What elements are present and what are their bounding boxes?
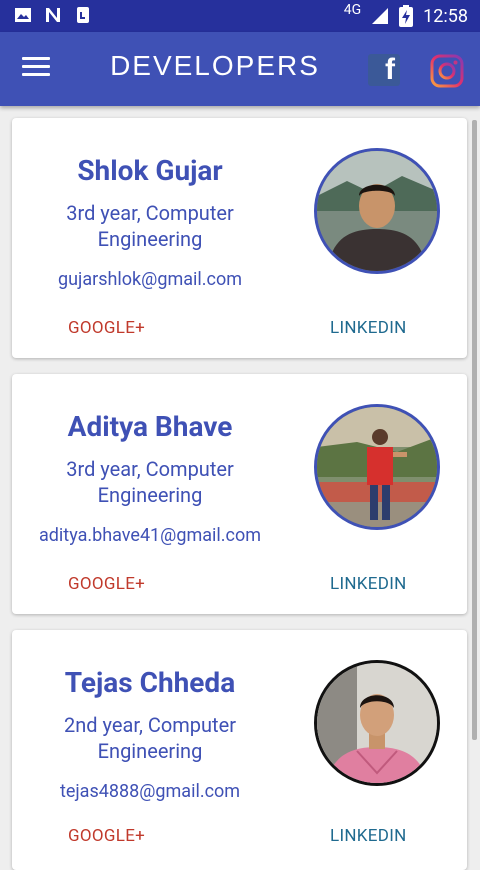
developer-year: 3rd year, Computer Engineering: [12, 456, 288, 508]
avatar: [314, 404, 440, 530]
year-line-1: 2nd year, Computer: [64, 713, 236, 737]
status-bar: 4G 12:58: [0, 0, 480, 32]
scrollbar[interactable]: [472, 120, 477, 740]
facebook-button[interactable]: f: [368, 54, 400, 86]
n-notification-icon: [46, 8, 60, 22]
battery-charging-icon: [399, 5, 414, 27]
google-plus-button[interactable]: GOOGLE+: [68, 826, 145, 846]
linkedin-button[interactable]: LINKEDIN: [330, 574, 407, 594]
year-line-1: 3rd year, Computer: [66, 457, 234, 481]
clock: 12:58: [423, 5, 468, 27]
year-line-1: 3rd year, Computer: [66, 201, 234, 225]
signal-icon: [372, 8, 389, 24]
developer-name: Shlok Gujar: [77, 154, 223, 187]
profile-photo: [317, 663, 437, 783]
app-title: DEVELOPERS: [110, 50, 320, 81]
developer-name: Aditya Bhave: [67, 410, 233, 443]
avatar: [314, 660, 440, 786]
developer-email: gujarshlok@gmail.com: [57, 269, 243, 290]
year-line-2: Engineering: [97, 739, 203, 763]
linkedin-button[interactable]: LINKEDIN: [330, 826, 407, 846]
developer-info: Tejas Chheda 2nd year, Computer Engineer…: [12, 666, 288, 804]
developer-email: aditya.bhave41@gmail.com: [38, 525, 261, 546]
year-line-2: Engineering: [97, 483, 203, 507]
instagram-icon[interactable]: [430, 54, 464, 88]
profile-photo: [317, 407, 437, 527]
developer-info: Shlok Gujar 3rd year, Computer Engineeri…: [12, 154, 288, 292]
google-plus-button[interactable]: GOOGLE+: [68, 318, 145, 338]
year-line-2: Engineering: [97, 227, 203, 251]
developer-card: Aditya Bhave 3rd year, Computer Engineer…: [12, 374, 467, 614]
avatar: [314, 148, 440, 274]
google-plus-button[interactable]: GOOGLE+: [68, 574, 145, 594]
notification-icons: [14, 6, 92, 24]
app-bar: DEVELOPERS f: [0, 32, 480, 106]
developer-info: Aditya Bhave 3rd year, Computer Engineer…: [12, 410, 288, 548]
developer-year: 3rd year, Computer Engineering: [12, 200, 288, 252]
menu-button[interactable]: [22, 57, 50, 81]
calendar-icon: [77, 7, 89, 23]
developer-card: Shlok Gujar 3rd year, Computer Engineeri…: [12, 118, 467, 358]
developer-email: tejas4888@gmail.com: [59, 781, 241, 802]
linkedin-button[interactable]: LINKEDIN: [330, 318, 407, 338]
developer-year: 2nd year, Computer Engineering: [12, 712, 288, 764]
developer-card: Tejas Chheda 2nd year, Computer Engineer…: [12, 630, 467, 870]
image-icon: [15, 8, 31, 22]
facebook-icon: f: [385, 53, 395, 86]
status-indicators: 4G 12:58: [344, 0, 468, 32]
menu-icon: [22, 57, 50, 76]
developer-name: Tejas Chheda: [64, 666, 236, 699]
network-type: 4G: [343, 2, 362, 18]
profile-photo: [317, 151, 437, 271]
